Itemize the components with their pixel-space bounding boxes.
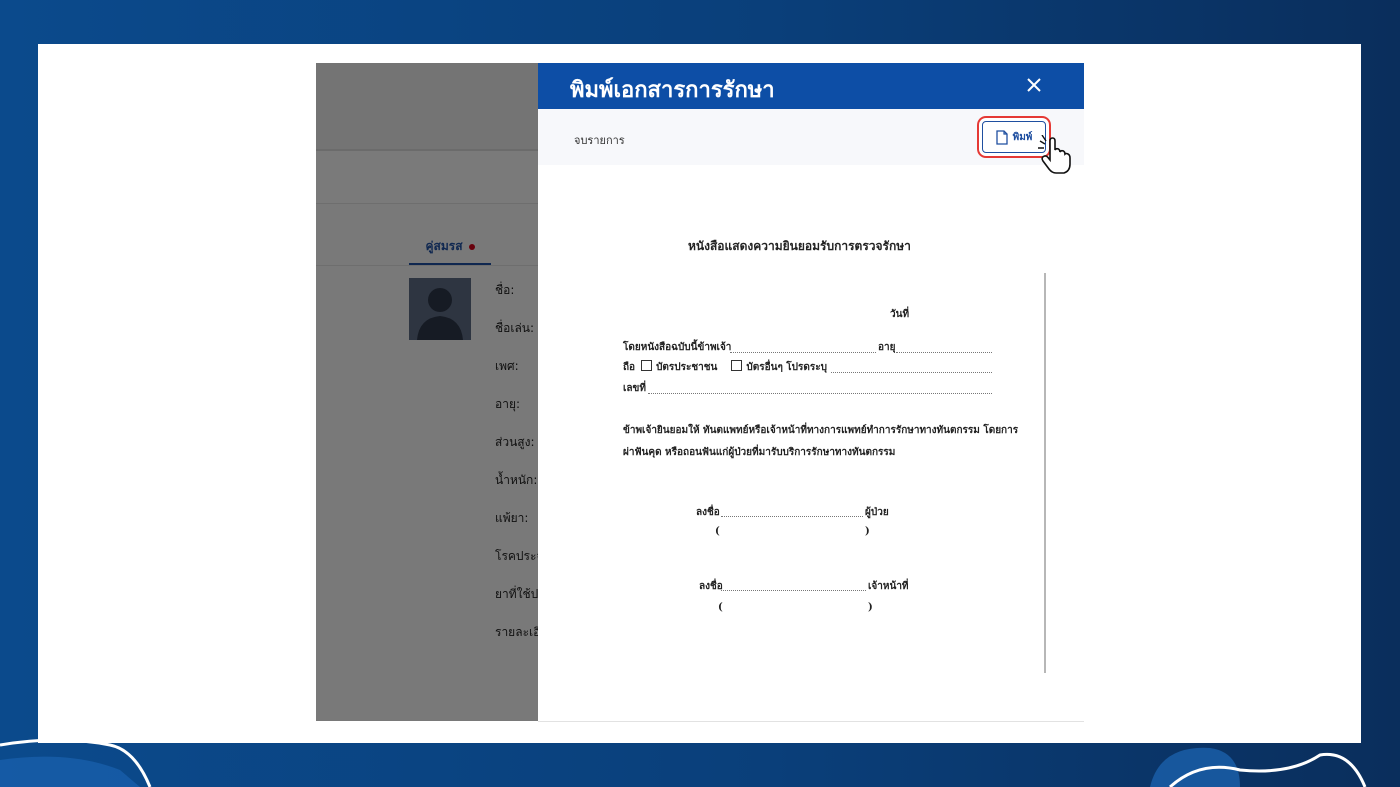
pointing-hand-cursor-icon <box>1038 135 1071 174</box>
close-icon <box>1027 78 1041 92</box>
modal-backdrop[interactable] <box>316 63 538 721</box>
officer-sign-line <box>721 590 866 591</box>
date-label: วันที่ <box>890 309 910 320</box>
print-dialog: พิมพ์เอกสารการรักษา จบรายการ พิมพ์ หนังส… <box>538 63 1084 721</box>
number-label: เลขที่ <box>623 383 646 394</box>
toolbar-label: จบรายการ <box>574 134 625 147</box>
other-card-checkbox[interactable] <box>731 360 743 371</box>
patient-paren-close: ) <box>865 526 870 537</box>
print-button-label: พิมพ์ <box>1012 131 1033 143</box>
officer-paren-open: ( <box>718 602 723 613</box>
dialog-toolbar: จบรายการ พิมพ์ <box>538 109 1084 165</box>
dialog-title: พิมพ์เอกสารการรักษา <box>570 78 775 103</box>
name-line <box>730 352 876 353</box>
hold-label: ถือ บัตรประชาชน บัตรอื่นๆ โปรดระบุ <box>623 360 827 375</box>
print-button[interactable]: พิมพ์ <box>982 121 1046 153</box>
number-line <box>648 393 992 394</box>
age-label: อายุ <box>878 342 896 353</box>
patient-sign-label: ลงชื่อ <box>696 507 720 518</box>
id-card-option-label: บัตรประชาชน <box>656 362 718 373</box>
dialog-header: พิมพ์เอกสารการรักษา <box>538 63 1084 109</box>
hold-text: ถือ <box>623 362 636 373</box>
id-card-checkbox[interactable] <box>641 360 653 371</box>
patient-sign-line <box>721 516 863 517</box>
other-card-line <box>831 372 992 373</box>
consent-text-line-1: ข้าพเจ้ายินยอมให้ ทันตแพทย์หรือเจ้าหน้าท… <box>623 425 1019 436</box>
document-title: หนังสือแสดงความยินยอมรับการตรวจรักษา <box>688 239 911 253</box>
patient-label: ผู้ป่วย <box>865 507 889 518</box>
screenshot-card: คู่สมรส ชื่อ: ชื่อเล่น: เพศ: อายุ: ส่วนส… <box>38 44 1361 743</box>
document-preview: หนังสือแสดงความยินยอมรับการตรวจรักษา วัน… <box>598 213 1046 683</box>
patient-paren-open: ( <box>715 526 720 537</box>
officer-sign-label: ลงชื่อ <box>699 581 723 592</box>
dialog-bottom-divider <box>538 721 1084 722</box>
other-card-option-label: บัตรอื่นๆ โปรดระบุ <box>746 362 827 373</box>
close-button[interactable] <box>1022 73 1046 97</box>
officer-paren-close: ) <box>868 602 873 613</box>
officer-label: เจ้าหน้าที่ <box>868 581 909 592</box>
consent-text-line-2: ผ่าฟันคุด หรือถอนฟันแก่ผู้ป่วยที่มารับบร… <box>623 447 896 458</box>
preview-scrollbar[interactable] <box>1044 273 1046 673</box>
age-line <box>896 352 992 353</box>
document-icon <box>995 129 1008 145</box>
declarant-label: โดยหนังสือฉบับนี้ข้าพเจ้า <box>623 342 732 353</box>
